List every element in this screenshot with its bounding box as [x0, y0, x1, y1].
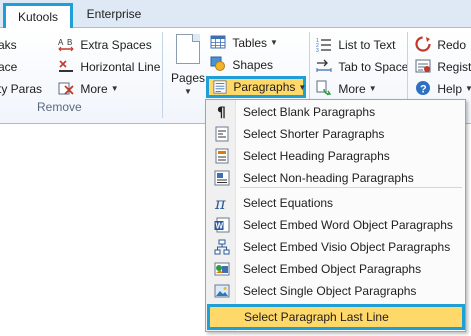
remove-space-label: ace [0, 59, 18, 74]
menu-item-label: Select Shorter Paragraphs [243, 127, 385, 141]
tab-to-space-button[interactable]: Tab to Space [316, 56, 408, 76]
tab-kutools[interactable]: Kutools [3, 3, 73, 28]
heading-paragraph-icon [214, 148, 230, 164]
remove-empty-paras-button[interactable]: ty Paras [0, 78, 42, 98]
table-icon [210, 35, 226, 49]
register-label: Regist [437, 59, 471, 74]
menu-item-label: Select Embed Visio Object Paragraphs [243, 240, 451, 254]
svg-text:¶: ¶ [217, 105, 226, 120]
more-remove-icon [58, 82, 74, 95]
remove-breaks-button[interactable]: aks [0, 34, 17, 54]
menu-item-select-equations[interactable]: π Select Equations [206, 192, 465, 214]
svg-text:?: ? [420, 83, 427, 95]
tab-enterprise[interactable]: Enterprise [84, 3, 144, 28]
pi-icon: π [214, 195, 230, 211]
convert-more-button[interactable]: More ▼ [316, 78, 377, 98]
register-button[interactable]: Regist [415, 56, 471, 76]
pages-button[interactable]: Pages ▼ [170, 34, 206, 96]
shapes-button[interactable]: Shapes [210, 54, 273, 74]
list-to-text-button[interactable]: 1 2 3 List to Text [316, 34, 395, 54]
svg-text:π: π [214, 195, 226, 211]
non-heading-paragraph-icon [214, 170, 230, 186]
horizontal-line-label: Horizontal Line [80, 59, 161, 74]
menu-item-select-non-heading-paragraphs[interactable]: Select Non-heading Paragraphs [206, 167, 465, 189]
group-divider [162, 32, 163, 118]
shapes-label: Shapes [232, 57, 274, 72]
chevron-down-icon: ▼ [368, 83, 377, 93]
register-icon [415, 59, 431, 73]
list-to-text-label: List to Text [338, 37, 396, 52]
menu-item-select-shorter-paragraphs[interactable]: Select Shorter Paragraphs [206, 123, 465, 145]
redo-icon [415, 36, 431, 52]
remove-space-button[interactable]: ace [0, 56, 17, 76]
word-object-icon: W [214, 217, 230, 233]
menu-item-select-embed-visio-object-paragraphs[interactable]: Select Embed Visio Object Paragraphs [206, 236, 465, 258]
convert-more-icon [316, 80, 332, 96]
extra-spaces-icon: A B [58, 38, 74, 52]
help-label: Help [437, 81, 463, 96]
tab-to-space-icon [316, 59, 332, 72]
document-area[interactable] [0, 125, 204, 336]
chevron-down-icon: ▼ [298, 82, 307, 92]
pilcrow-icon: ¶ [214, 104, 230, 120]
ribbon-tab-bar: Kutools Enterprise [0, 0, 471, 28]
svg-text:3: 3 [316, 48, 319, 52]
remove-empty-paras-label: ty Paras [0, 81, 43, 96]
horizontal-line-button[interactable]: Horizontal Line [58, 56, 160, 76]
menu-item-label: Select Embed Word Object Paragraphs [243, 218, 453, 232]
menu-item-label: Select Non-heading Paragraphs [243, 171, 414, 185]
shapes-icon [210, 56, 225, 71]
extra-spaces-button[interactable]: A B Extra Spaces [58, 34, 152, 54]
svg-text:A: A [58, 38, 64, 47]
menu-item-label: Select Embed Object Paragraphs [243, 262, 422, 276]
pages-label: Pages [170, 71, 206, 85]
page-icon [176, 34, 200, 64]
embed-object-icon [214, 261, 230, 277]
help-icon: ? [416, 80, 430, 95]
menu-item-select-heading-paragraphs[interactable]: Select Heading Paragraphs [206, 145, 465, 167]
menu-item-select-single-object-paragraphs[interactable]: Select Single Object Paragraphs [206, 280, 465, 302]
menu-item-select-blank-paragraphs[interactable]: ¶ Select Blank Paragraphs [206, 101, 465, 123]
menu-item-label: Select Heading Paragraphs [243, 149, 390, 163]
help-button[interactable]: ? Help ▼ [415, 78, 471, 98]
chevron-down-icon: ▼ [270, 37, 278, 47]
list-to-text-icon: 1 2 3 [316, 38, 331, 52]
menu-item-label: Select Single Object Paragraphs [243, 284, 417, 298]
last-line-icon [218, 309, 234, 325]
paragraphs-dropdown-menu: ¶ Select Blank Paragraphs Select Shorter… [205, 99, 466, 332]
tables-label: Tables [232, 35, 268, 50]
menu-item-label: Select Equations [243, 196, 334, 210]
remove-group-label: Remove [37, 100, 82, 114]
paragraphs-icon [213, 80, 227, 94]
menu-item-select-paragraph-last-line[interactable]: Select Paragraph Last Line [207, 304, 465, 330]
single-object-icon [214, 283, 230, 299]
chevron-down-icon: ▼ [184, 87, 192, 96]
convert-more-label: More [338, 81, 366, 96]
menu-item-label: Select Paragraph Last Line [244, 310, 389, 324]
svg-text:W: W [216, 222, 224, 231]
menu-item-label: Select Blank Paragraphs [243, 105, 376, 119]
chevron-down-icon: ▼ [110, 83, 119, 93]
tables-button[interactable]: Tables ▼ [210, 32, 278, 52]
redo-label: Redo [437, 37, 467, 52]
remove-more-button[interactable]: More ▼ [58, 78, 119, 98]
remove-breaks-label: aks [0, 37, 17, 52]
menu-item-select-embed-word-object-paragraphs[interactable]: W Select Embed Word Object Paragraphs [206, 214, 465, 236]
remove-more-label: More [80, 81, 108, 96]
svg-text:B: B [67, 38, 72, 47]
tab-to-space-label: Tab to Space [338, 59, 409, 74]
redo-button[interactable]: Redo [415, 34, 466, 54]
shorter-paragraph-icon [214, 126, 230, 142]
chevron-down-icon: ▼ [465, 83, 471, 93]
extra-spaces-label: Extra Spaces [80, 37, 152, 52]
menu-separator [240, 187, 462, 188]
paragraphs-button[interactable]: Paragraphs ▼ [206, 76, 306, 98]
visio-object-icon [214, 239, 230, 255]
paragraphs-label: Paragraphs [233, 80, 296, 94]
menu-item-select-embed-object-paragraphs[interactable]: Select Embed Object Paragraphs [206, 258, 465, 280]
horizontal-line-icon [59, 60, 73, 72]
